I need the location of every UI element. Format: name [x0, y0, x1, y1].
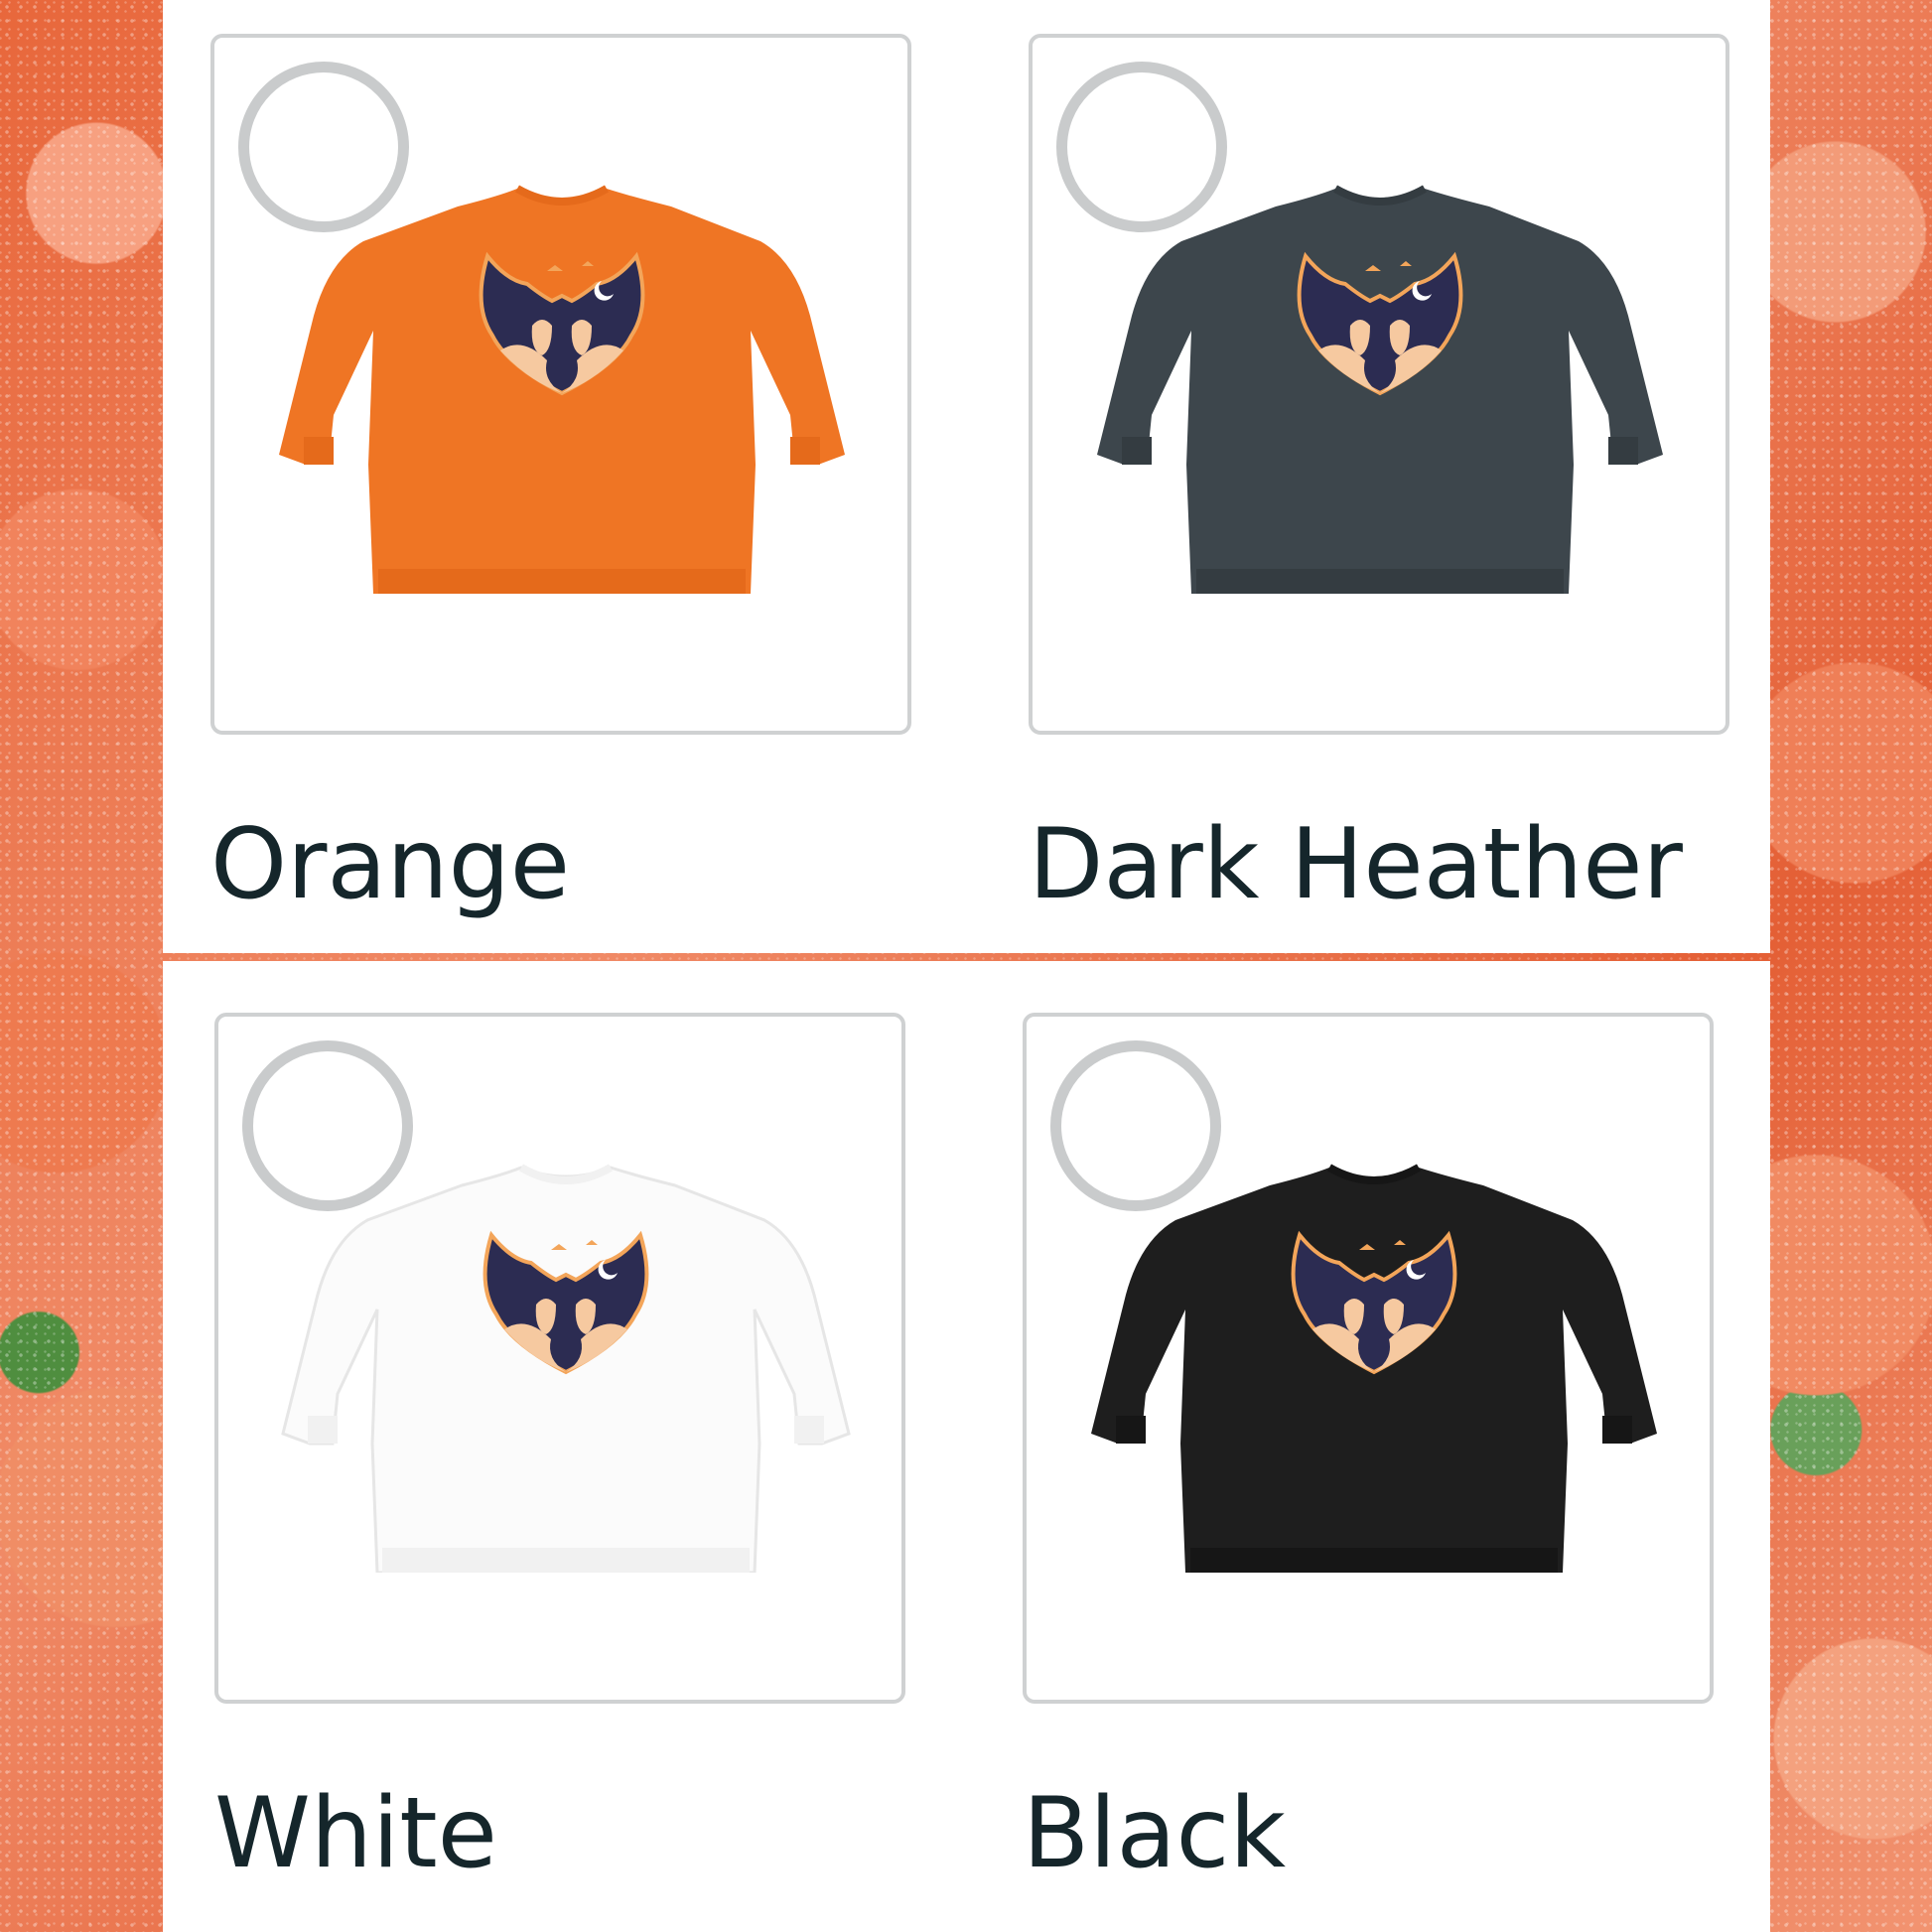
- label-orange: Orange: [210, 808, 571, 921]
- label-white: White: [214, 1777, 497, 1890]
- sweater-cuff-right: [1602, 1416, 1632, 1444]
- sweater-hem: [382, 1548, 750, 1573]
- sweater-dark-heather-image: [1097, 185, 1663, 594]
- color-option-white[interactable]: [214, 1013, 905, 1704]
- sweater-cuff-left: [1116, 1416, 1146, 1444]
- radio-black[interactable]: [1050, 1040, 1221, 1211]
- sweater-cuff-right: [1608, 437, 1638, 465]
- color-option-dark-heather[interactable]: [1029, 34, 1729, 735]
- color-option-black[interactable]: [1023, 1013, 1714, 1704]
- label-black: Black: [1023, 1777, 1287, 1890]
- sweater-hem: [1196, 569, 1564, 594]
- sweater-cuff-left: [304, 437, 334, 465]
- sweater-cuff-right: [790, 437, 820, 465]
- sweater-cuff-right: [794, 1416, 824, 1444]
- sweater-orange-image: [279, 185, 845, 594]
- color-panel-top: Orange Dark Heather: [163, 0, 1770, 953]
- sweater-cuff-left: [1122, 437, 1152, 465]
- sweater-cuff-left: [308, 1416, 338, 1444]
- sweater-hem: [378, 569, 746, 594]
- radio-dark-heather[interactable]: [1056, 62, 1227, 232]
- sweater-white-image: [281, 1164, 851, 1573]
- radio-white[interactable]: [242, 1040, 413, 1211]
- color-panel-bottom: White Black: [163, 961, 1770, 1932]
- sweater-hem: [1190, 1548, 1558, 1573]
- label-dark-heather: Dark Heather: [1029, 808, 1683, 921]
- sweater-black-image: [1091, 1164, 1657, 1573]
- color-option-orange[interactable]: [210, 34, 911, 735]
- radio-orange[interactable]: [238, 62, 409, 232]
